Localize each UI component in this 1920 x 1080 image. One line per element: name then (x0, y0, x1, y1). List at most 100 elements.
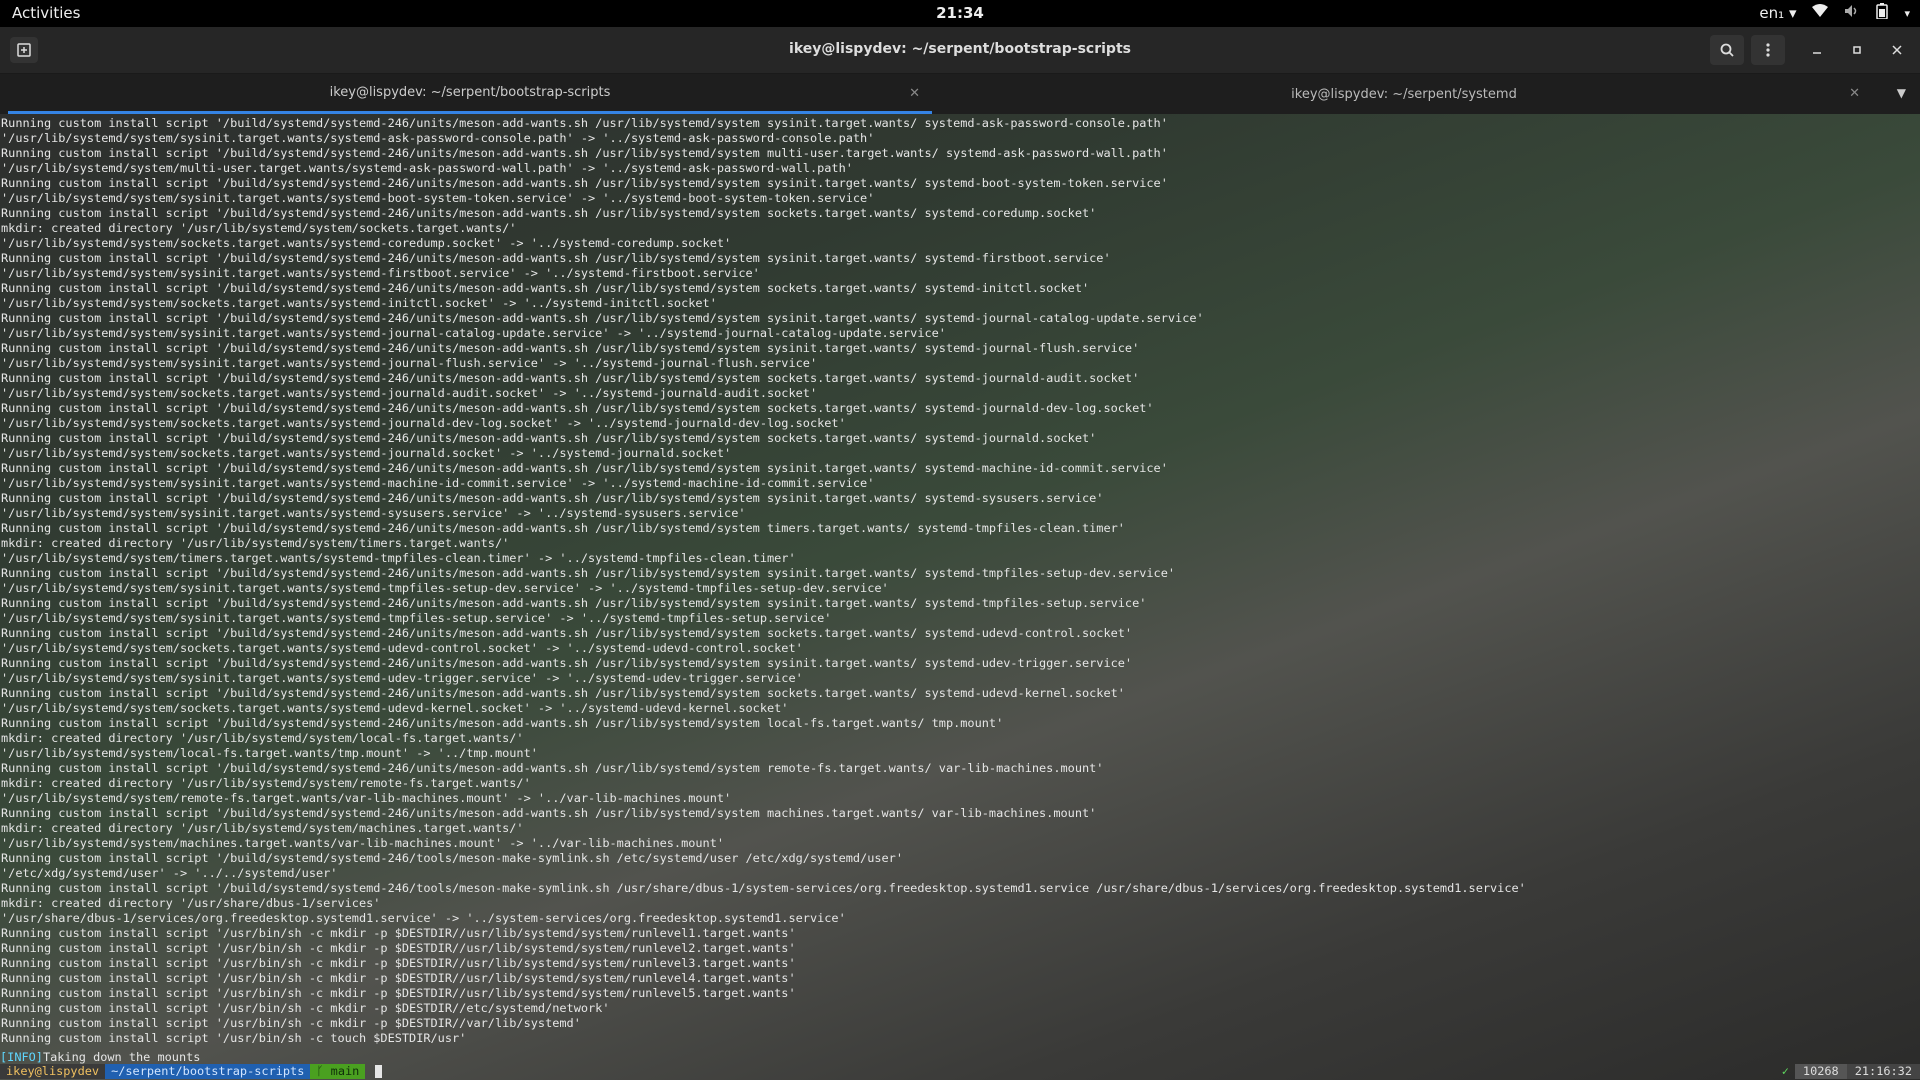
search-icon (1720, 43, 1734, 57)
close-tab-icon[interactable]: ✕ (1849, 86, 1860, 101)
maximize-button[interactable] (1840, 35, 1874, 65)
terminal-line: '/usr/lib/systemd/system/multi-user.targ… (1, 161, 853, 175)
terminal-line: mkdir: created directory '/usr/lib/syste… (1, 536, 510, 550)
terminal-line: '/usr/lib/systemd/system/machines.target… (1, 836, 725, 850)
tab-list-chevron-icon[interactable]: ▼ (1897, 86, 1906, 100)
terminal-line: '/usr/lib/systemd/system/sockets.target.… (1, 701, 789, 715)
wifi-icon (1812, 4, 1829, 22)
terminal-line: '/usr/lib/systemd/system/sockets.target.… (1, 386, 818, 400)
terminal-line: '/usr/lib/systemd/system/sysinit.target.… (1, 326, 946, 340)
tab-bar: ikey@lispydev: ~/serpent/bootstrap-scrip… (0, 74, 1920, 114)
terminal-line: Running custom install script '/build/sy… (1, 251, 1111, 265)
terminal-line: Running custom install script '/usr/bin/… (1, 926, 796, 940)
terminal-line: Running custom install script '/build/sy… (1, 281, 1090, 295)
terminal-line: '/usr/lib/systemd/system/sysinit.target.… (1, 356, 818, 370)
terminal-line: Running custom install script '/build/sy… (1, 596, 1147, 610)
terminal-line: Running custom install script '/build/sy… (1, 806, 1097, 820)
terminal-line: Running custom install script '/usr/bin/… (1, 1016, 581, 1030)
menu-button[interactable] (1751, 35, 1785, 65)
terminal-line: '/usr/lib/systemd/system/sysinit.target.… (1, 671, 803, 685)
terminal-line: Running custom install script '/build/sy… (1, 401, 1154, 415)
close-icon (1892, 45, 1902, 55)
terminal-line: '/usr/lib/systemd/system/sysinit.target.… (1, 131, 875, 145)
terminal-line: Running custom install script '/build/sy… (1, 371, 1140, 385)
terminal-line: Running custom install script '/build/sy… (1, 311, 1204, 325)
terminal-line: '/usr/share/dbus-1/services/org.freedesk… (1, 911, 846, 925)
terminal-line: mkdir: created directory '/usr/lib/syste… (1, 221, 517, 235)
info-message: Taking down the mounts (42, 1049, 201, 1064)
terminal-line: Running custom install script '/build/sy… (1, 761, 1104, 775)
system-menu-chevron-icon[interactable]: ▾ (1904, 7, 1910, 20)
window-titlebar: ikey@lispydev: ~/serpent/bootstrap-scrip… (0, 27, 1920, 74)
search-button[interactable] (1710, 35, 1744, 65)
terminal-line: '/usr/lib/systemd/system/sysinit.target.… (1, 191, 875, 205)
maximize-icon (1853, 46, 1861, 54)
tab-label: ikey@lispydev: ~/serpent/bootstrap-scrip… (329, 85, 611, 100)
clock[interactable]: 21:34 (0, 4, 1920, 22)
terminal-line: Running custom install script '/build/sy… (1, 716, 1004, 730)
battery-icon (1876, 3, 1889, 23)
system-tray[interactable]: en₁ ▾ ▾ (1759, 3, 1910, 23)
terminal-line: Running custom install script '/build/sy… (1, 146, 1168, 160)
shell-prompt: [INFO] Taking down the mounts (0, 1049, 200, 1064)
input-language[interactable]: en₁ ▾ (1759, 4, 1796, 22)
terminal-line: '/usr/lib/systemd/system/sockets.target.… (1, 236, 732, 250)
terminal-line: Running custom install script '/build/sy… (1, 431, 1097, 445)
terminal-line: '/usr/lib/systemd/system/sockets.target.… (1, 416, 846, 430)
terminal-line: Running custom install script '/usr/bin/… (1, 941, 796, 955)
tab-label: ikey@lispydev: ~/serpent/systemd (1291, 86, 1517, 102)
terminal-line: Running custom install script '/build/sy… (1, 491, 1104, 505)
terminal-line: Running custom install script '/build/sy… (1, 686, 1125, 700)
terminal-line: '/usr/lib/systemd/system/sockets.target.… (1, 446, 732, 460)
terminal-line: '/usr/lib/systemd/system/sysinit.target.… (1, 611, 832, 625)
terminal-line: Running custom install script '/build/sy… (1, 656, 1133, 670)
terminal-line: Running custom install script '/build/sy… (1, 176, 1168, 190)
terminal-line: Running custom install script '/usr/bin/… (1, 1001, 610, 1015)
terminal-line: Running custom install script '/build/sy… (1, 851, 904, 865)
new-tab-icon (17, 43, 31, 57)
terminal-output[interactable]: Running custom install script '/build/sy… (0, 114, 1920, 1080)
right-prompt: ✓ 10268 21:16:32 (1776, 1064, 1920, 1079)
minimize-button[interactable] (1800, 35, 1834, 65)
prompt-path: ~/serpent/bootstrap-scripts (105, 1064, 311, 1079)
info-tag: [INFO] (0, 1049, 43, 1064)
tab-bootstrap-scripts[interactable]: ikey@lispydev: ~/serpent/bootstrap-scrip… (8, 74, 932, 114)
prompt-line[interactable]: ikey@lispydev ~/serpent/bootstrap-script… (0, 1064, 383, 1079)
terminal-line: Running custom install script '/build/sy… (1, 521, 1125, 535)
terminal-line: '/usr/lib/systemd/system/sysinit.target.… (1, 266, 760, 280)
close-tab-icon[interactable]: ✕ (909, 86, 920, 101)
tab-systemd[interactable]: ikey@lispydev: ~/serpent/systemd ✕ (936, 74, 1872, 114)
activities-button[interactable]: Activities (12, 4, 80, 22)
history-number: 10268 (1794, 1064, 1847, 1079)
window-title: ikey@lispydev: ~/serpent/bootstrap-scrip… (789, 41, 1131, 57)
terminal-line: '/usr/lib/systemd/system/sysinit.target.… (1, 581, 889, 595)
terminal-line: Running custom install script '/usr/bin/… (1, 986, 796, 1000)
text-cursor (375, 1065, 383, 1078)
terminal-line: '/etc/xdg/systemd/user' -> '../../system… (1, 866, 338, 880)
prompt-git-branch: ᚴ main (310, 1064, 366, 1079)
terminal-line: '/usr/lib/systemd/system/sysinit.target.… (1, 476, 875, 490)
terminal-line: Running custom install script '/build/sy… (1, 116, 1168, 130)
terminal-line: Running custom install script '/build/sy… (1, 341, 1140, 355)
terminal-line: mkdir: created directory '/usr/lib/syste… (1, 821, 524, 835)
kebab-menu-icon (1766, 43, 1770, 57)
terminal-line: '/usr/lib/systemd/system/timers.target.w… (1, 551, 796, 565)
new-tab-button[interactable] (10, 37, 38, 63)
terminal-line: mkdir: created directory '/usr/lib/syste… (1, 776, 531, 790)
terminal-line: '/usr/lib/systemd/system/remote-fs.targe… (1, 791, 732, 805)
terminal-line: mkdir: created directory '/usr/share/dbu… (1, 896, 381, 910)
terminal-lines: Running custom install script '/build/sy… (1, 116, 1526, 1046)
terminal-line: Running custom install script '/build/sy… (1, 461, 1168, 475)
terminal-line: mkdir: created directory '/usr/lib/syste… (1, 731, 524, 745)
prompt-user: ikey@lispydev (0, 1064, 106, 1079)
terminal-line: Running custom install script '/usr/bin/… (1, 971, 796, 985)
terminal-line: Running custom install script '/build/sy… (1, 626, 1133, 640)
terminal-line: '/usr/lib/systemd/system/sockets.target.… (1, 296, 717, 310)
terminal-line: Running custom install script '/build/sy… (1, 881, 1526, 895)
terminal-line: '/usr/lib/systemd/system/sysinit.target.… (1, 506, 746, 520)
minimize-icon (1813, 52, 1821, 54)
close-window-button[interactable] (1880, 35, 1914, 65)
volume-icon (1844, 4, 1860, 22)
top-bar: Activities 21:34 en₁ ▾ ▾ (0, 0, 1920, 27)
exit-status-check-icon: ✓ (1781, 1064, 1789, 1078)
